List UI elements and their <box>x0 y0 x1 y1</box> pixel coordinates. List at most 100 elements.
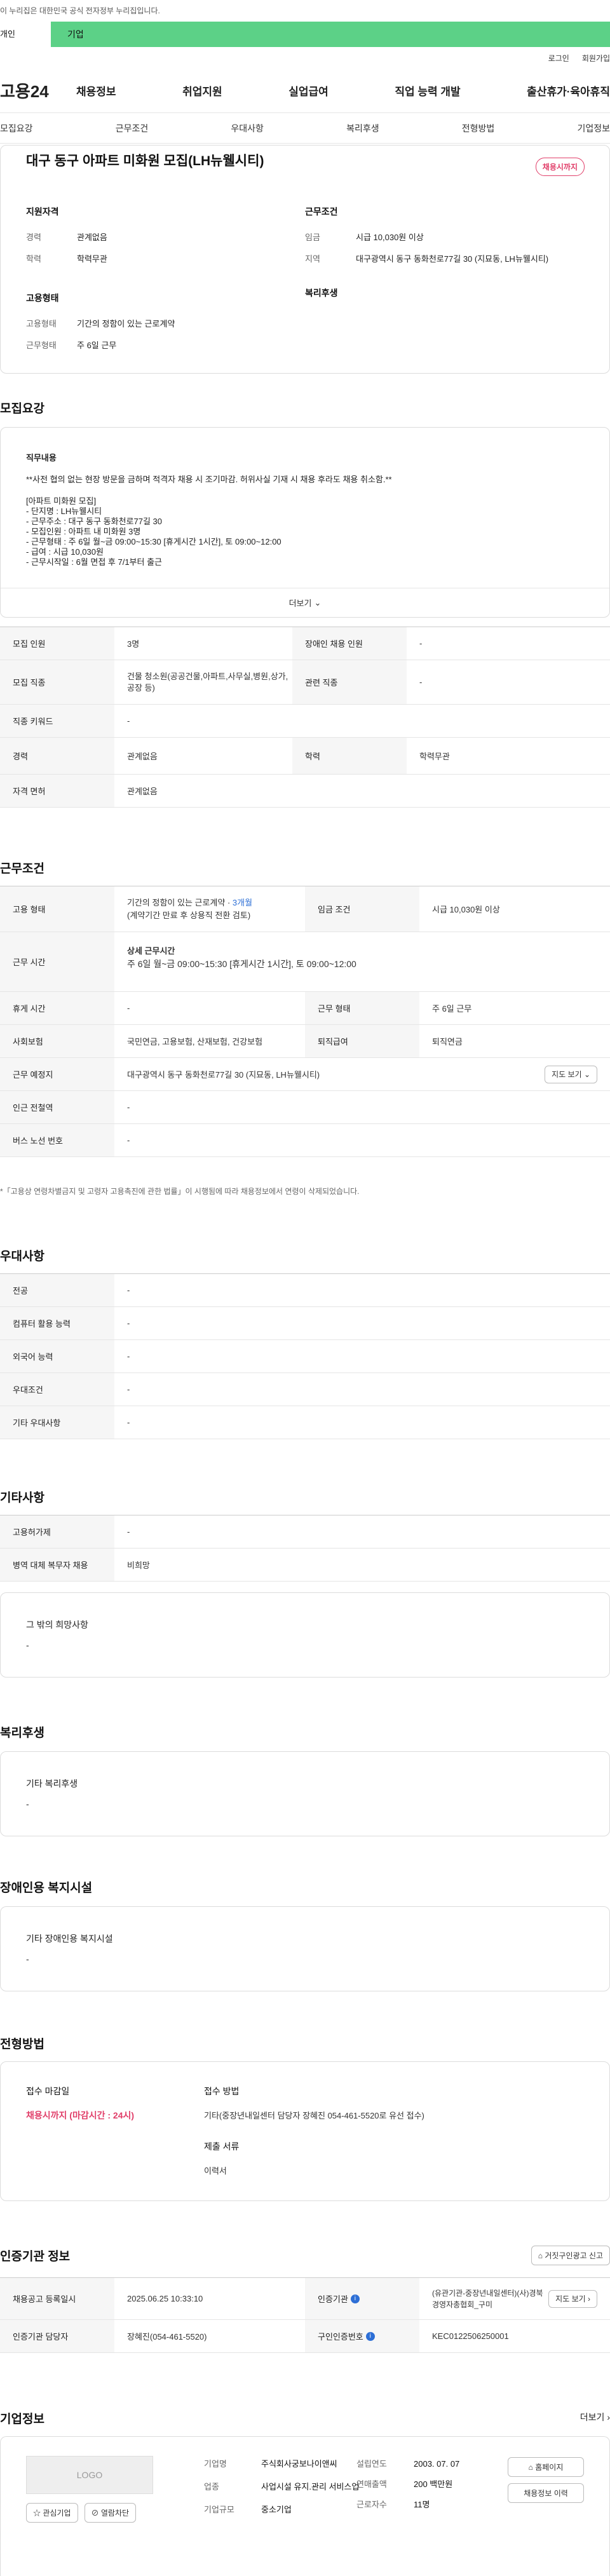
wage-label: 임금 <box>305 233 320 242</box>
ct-k-wage: 임금 조건 <box>305 886 419 932</box>
region-label: 지역 <box>305 254 320 264</box>
apply-method-value: 기타(중장년내일센터 담당자 장혜진 054-461-5520로 유선 접수) <box>204 2111 424 2120</box>
et-v-1: 비희망 <box>127 1561 150 1570</box>
job-description-label: 직무내용 <box>26 453 57 463</box>
favorite-company-label: 관심기업 <box>43 2509 71 2518</box>
work-conditions-section-heading: 근무조건 <box>0 862 44 876</box>
ct-v-severance: 퇴직연금 <box>432 1037 463 1047</box>
tab-selection[interactable]: 전형방법 <box>462 122 495 135</box>
report-fake-job-button[interactable]: ⌂ 거짓구인광고 신고 <box>531 2246 610 2265</box>
experience-label: 경력 <box>26 233 41 242</box>
company-more-link[interactable]: 더보기 › <box>580 2411 610 2423</box>
map-view-button[interactable]: 지도 보기 ⌄ <box>545 1066 597 1083</box>
pt-v-3: - <box>127 1385 130 1394</box>
rt-v-related: - <box>419 677 423 687</box>
login-link[interactable]: 로그인 <box>548 53 569 64</box>
disabled-facility-value: - <box>26 1954 29 1964</box>
company-more-label: 더보기 <box>580 2412 605 2422</box>
ct-v-emp: 기간의 정함이 있는 근로계약 · <box>127 898 233 907</box>
job-description-line: - 근무시작일 : 6월 면접 후 7/1부터 출근 <box>26 557 163 567</box>
tab-company-info[interactable]: 기업정보 <box>577 122 610 135</box>
disabled-facility-label: 기타 장애인용 복지시설 <box>26 1934 113 1944</box>
gnb-job-info[interactable]: 채용정보 <box>76 83 116 98</box>
pt-v-1: - <box>127 1319 130 1328</box>
block-icon: ⊘ <box>91 2509 99 2518</box>
rt-k-license: 자격 면허 <box>0 775 114 807</box>
gnb-leave[interactable]: 출산휴가·육아휴직 <box>527 83 610 98</box>
ct-k-location: 근무 예정지 <box>0 1058 114 1090</box>
info-icon[interactable]: i <box>350 2294 360 2303</box>
job-title: 대구 동구 아파트 미화원 모집(LH뉴웰시티) <box>26 154 264 168</box>
site-type-company[interactable]: 기업 <box>51 22 610 47</box>
cert-info-heading: 인증기관 정보 <box>0 2250 71 2263</box>
work-form-label: 근무형태 <box>26 341 57 350</box>
company-info-heading: 기업정보 <box>0 2413 44 2426</box>
company-box: LOGO ☆ 관심기업 ⊘ 열람차단 기업명 주식회사궁보나이앤씨 업종 사업시설 … <box>0 2436 610 2576</box>
global-nav: 고용24 채용정보 취업지원 실업급여 직업 능력 개발 출산휴가·육아휴직 <box>0 69 610 113</box>
wage-value: 시급 10,030원 이상 <box>356 233 424 242</box>
employment-type-label: 고용형태 <box>26 319 57 329</box>
recruit-move-button[interactable]: 채용정보 이력 <box>508 2483 584 2503</box>
rt-v-keyword: - <box>127 716 130 726</box>
job-description-line: - 모집인원 : 아파트 내 미화원 3명 <box>26 527 141 536</box>
et-k-0: 고용허가제 <box>0 1515 114 1548</box>
ct-k-station: 인근 전철역 <box>0 1091 114 1123</box>
cert-map-button[interactable]: 지도 보기 › <box>548 2290 597 2308</box>
cert-k-date: 채용공고 등록일시 <box>0 2278 114 2319</box>
job-summary-card: 대구 동구 아파트 미화원 모집(LH뉴웰시티) 지원자격 경력 관계없음 학력 학… <box>0 145 610 374</box>
pt-k-1: 컴퓨터 활용 능력 <box>0 1307 114 1339</box>
block-viewing-label: 열람차단 <box>100 2509 130 2518</box>
employment-type-heading: 고용형태 <box>26 293 59 303</box>
etc-heading: 기타사항 <box>0 1491 44 1505</box>
tab-work-conditions[interactable]: 근무조건 <box>116 122 149 135</box>
tab-recruit-summary[interactable]: 모집요강 <box>0 122 33 135</box>
more-label: 더보기 <box>288 599 312 608</box>
cert-v-manager: 장혜진(054-461-5520) <box>127 2332 207 2342</box>
privacy-notice: *「고용상 연령차별금지 및 고령자 고용촉진에 관한 법률」이 시행됨에 따라… <box>0 1187 360 1196</box>
utility-nav: 로그인 회원가입 <box>0 47 610 69</box>
documents-label: 제출 서류 <box>204 2141 240 2152</box>
ct-v-station: - <box>127 1102 130 1112</box>
job-description-notice: **사전 협의 없는 현장 방문을 금하며 적격자 채용 시 조기마감. 허위사… <box>26 475 392 484</box>
signup-link[interactable]: 회원가입 <box>582 53 610 64</box>
rt-k-edu: 학력 <box>292 738 407 774</box>
homepage-button[interactable]: ⌂ 홈페이지 <box>508 2457 584 2477</box>
ct-k-hours: 근무 시간 <box>0 932 114 991</box>
star-icon: ☆ <box>33 2509 41 2518</box>
favorite-company-button[interactable]: ☆ 관심기업 <box>26 2503 78 2523</box>
welfare-section-heading: 복리후생 <box>0 1726 44 1740</box>
welfare-label: 기타 복리후생 <box>26 1779 78 1789</box>
rt-v-job: 건물 청소원(공공건물,아파트,사무실,병원,상가,공장 등) <box>127 671 288 693</box>
other-wishes-box: 그 밖의 희망사항 - <box>0 1592 610 1678</box>
pt-v-2: - <box>127 1352 130 1361</box>
selection-heading: 전형방법 <box>0 2038 44 2051</box>
qualification-heading: 지원자격 <box>26 207 59 217</box>
gnb-skill-development[interactable]: 직업 능력 개발 <box>395 83 460 98</box>
cert-v-no: KEC0122506250001 <box>432 2331 509 2341</box>
rt-v-disabled: - <box>419 639 423 648</box>
cert-v-date: 2025.06.25 10:33:10 <box>127 2294 203 2303</box>
region-value: 대구광역시 동구 동화천로77길 30 (지묘동, LH뉴웰시티) <box>356 254 549 264</box>
more-button[interactable]: 더보기 ⌄ <box>1 588 609 617</box>
job-description-line: - 단지명 : LH뉴웰시티 <box>26 506 102 516</box>
ct-v-bus: - <box>127 1135 130 1145</box>
ci-k-employees: 근로자수 <box>356 2500 387 2509</box>
ct-v-wage: 시급 10,030원 이상 <box>432 905 500 914</box>
block-viewing-button[interactable]: ⊘ 열람차단 <box>84 2503 137 2523</box>
site-logo[interactable]: 고용24 <box>0 79 76 102</box>
welfare-value: - <box>26 1799 29 1809</box>
chevron-right-icon: › <box>588 2295 590 2303</box>
gnb-unemployment-benefit[interactable]: 실업급여 <box>288 83 329 98</box>
info-icon[interactable]: i <box>365 2331 375 2341</box>
cert-k-manager: 인증기관 담당자 <box>0 2320 114 2352</box>
gov-banner-text: 이 누리집은 대한민국 공식 전자정부 누리집입니다. <box>0 6 160 15</box>
ci-v-founded: 2003. 07. 07 <box>414 2459 460 2469</box>
tab-preferences[interactable]: 우대사항 <box>231 122 264 135</box>
rt-k-exp: 경력 <box>0 738 114 774</box>
cert-v-org: (유관기관-중장년내일센터)(사)경북경영자총협회_구미 <box>432 2288 543 2309</box>
report-fake-job-label: 거짓구인광고 신고 <box>545 2251 603 2260</box>
tab-welfare[interactable]: 복리후생 <box>346 122 379 135</box>
site-type-personal[interactable]: 개인 <box>0 22 51 47</box>
pt-k-2: 외국어 능력 <box>0 1340 114 1373</box>
gnb-employment-support[interactable]: 취업지원 <box>182 83 222 98</box>
